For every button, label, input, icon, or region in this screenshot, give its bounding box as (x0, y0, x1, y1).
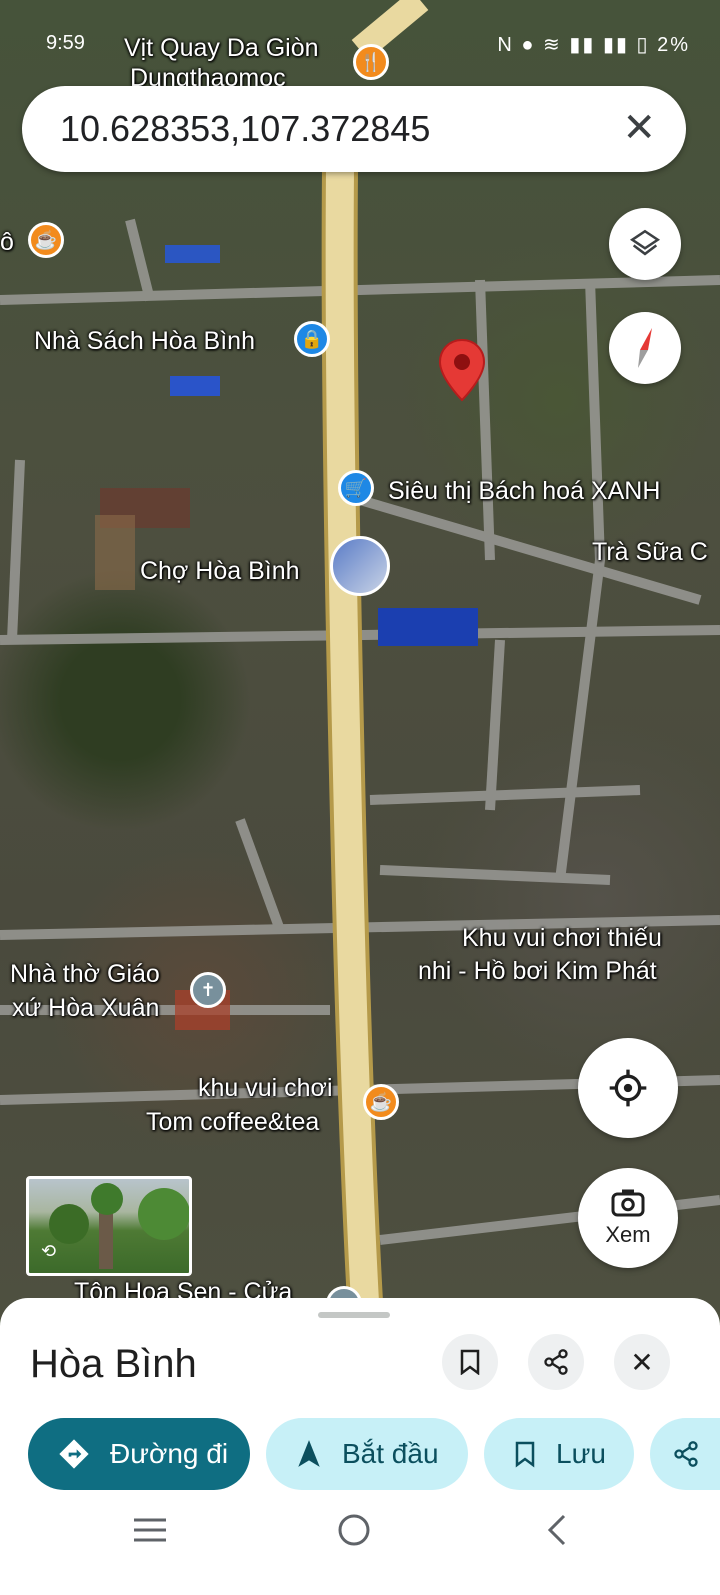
map-label-left-cut[interactable]: ô (0, 226, 14, 259)
bookmark-icon (460, 1349, 480, 1375)
save-icon-button[interactable] (442, 1334, 498, 1390)
map-label-tom-2[interactable]: Tom coffee&tea (146, 1106, 319, 1139)
crosshair-icon (609, 1069, 647, 1107)
status-icons: Ν ● ≋ ▮▮ ▮▮ ▯ 2% (497, 32, 690, 57)
search-coordinates[interactable]: 10.628353,107.372845 (60, 108, 430, 150)
cafe-poi-icon[interactable]: ☕ (28, 222, 64, 258)
close-sheet-button[interactable]: ✕ (614, 1334, 670, 1390)
map-label-nha-tho-1[interactable]: Nhà thờ Giáo (10, 958, 160, 991)
church-poi-icon[interactable]: ✝ (190, 972, 226, 1008)
signal-icon-2: ▮▮ (602, 34, 629, 56)
map-label-khu-vui-1[interactable]: Khu vui chơi thiếu (462, 922, 662, 955)
clear-search-icon[interactable]: ✕ (622, 108, 656, 148)
cafe-poi-icon-2[interactable]: ☕ (363, 1084, 399, 1120)
shopping-poi-icon[interactable]: 🔒 (294, 321, 330, 357)
street-view-thumbnail[interactable]: ⟲ (26, 1176, 192, 1276)
my-location-button[interactable] (578, 1038, 678, 1138)
start-button[interactable]: Bắt đầu (266, 1418, 468, 1490)
recents-icon (134, 1518, 166, 1542)
view-label: Xem (605, 1222, 651, 1247)
start-label: Bắt đầu (342, 1438, 439, 1469)
map-label-tra-sua[interactable]: Trà Sữa C (592, 536, 708, 569)
nav-bar-icons (134, 1514, 566, 1546)
layers-icon (629, 229, 661, 256)
map-label-khu-vui-2[interactable]: nhi - Hồ bơi Kim Phát (418, 955, 657, 988)
bookmark-outline-icon (515, 1441, 535, 1468)
home-icon (338, 1514, 370, 1546)
nfc-icon: Ν (497, 34, 514, 56)
share-icon-button[interactable] (528, 1334, 584, 1390)
camera-rotate-icon (611, 1189, 645, 1217)
map-label-nha-sach[interactable]: Nhà Sách Hòa Bình (34, 325, 255, 358)
share-chip-button[interactable] (650, 1418, 720, 1490)
system-nav-bar (0, 1498, 720, 1568)
directions-icon (59, 1439, 89, 1469)
save-button[interactable]: Lưu (484, 1418, 634, 1490)
map-label-nha-tho-2[interactable]: xứ Hòa Xuân (12, 992, 159, 1025)
location-pin-icon[interactable] (438, 338, 486, 402)
compass-icon (638, 328, 652, 368)
layers-button[interactable] (609, 208, 681, 280)
location-status-icon: ● (521, 34, 536, 56)
360-view-icon: ⟲ (41, 1241, 57, 1261)
save-label: Lưu (556, 1438, 606, 1469)
wifi-icon: ≋ (543, 34, 562, 56)
directions-button[interactable]: Đường đi (28, 1418, 250, 1490)
battery-level: 2% (657, 34, 690, 56)
search-bar[interactable]: 10.628353,107.372845 ✕ (22, 86, 686, 172)
directions-label: Đường đi (110, 1438, 229, 1469)
navigation-arrow-icon (298, 1440, 320, 1467)
place-title: Hòa Bình (30, 1342, 197, 1386)
compass-button[interactable] (609, 312, 681, 384)
map-label-cho[interactable]: Chợ Hòa Bình (140, 555, 300, 588)
status-time: 9:59 (46, 32, 85, 54)
sheet-drag-handle[interactable] (318, 1312, 390, 1318)
map-label-tom-1[interactable]: khu vui chơi (198, 1072, 333, 1105)
map-label-sieu-thi[interactable]: Siêu thị Bách hoá XANH (388, 475, 660, 508)
market-photo-poi[interactable] (330, 536, 390, 596)
shopping-cart-poi-icon[interactable]: 🛒 (338, 470, 374, 506)
share-chip-icon (674, 1441, 698, 1467)
share-icon (544, 1349, 568, 1375)
back-icon (547, 1514, 566, 1546)
battery-icon: ▯ (636, 34, 650, 56)
status-bar: 9:59 Ν ● ≋ ▮▮ ▮▮ ▯ 2% (0, 30, 720, 60)
view-button[interactable]: Xem (578, 1168, 678, 1268)
signal-icon: ▮▮ (569, 34, 596, 56)
close-icon: ✕ (630, 1346, 654, 1378)
